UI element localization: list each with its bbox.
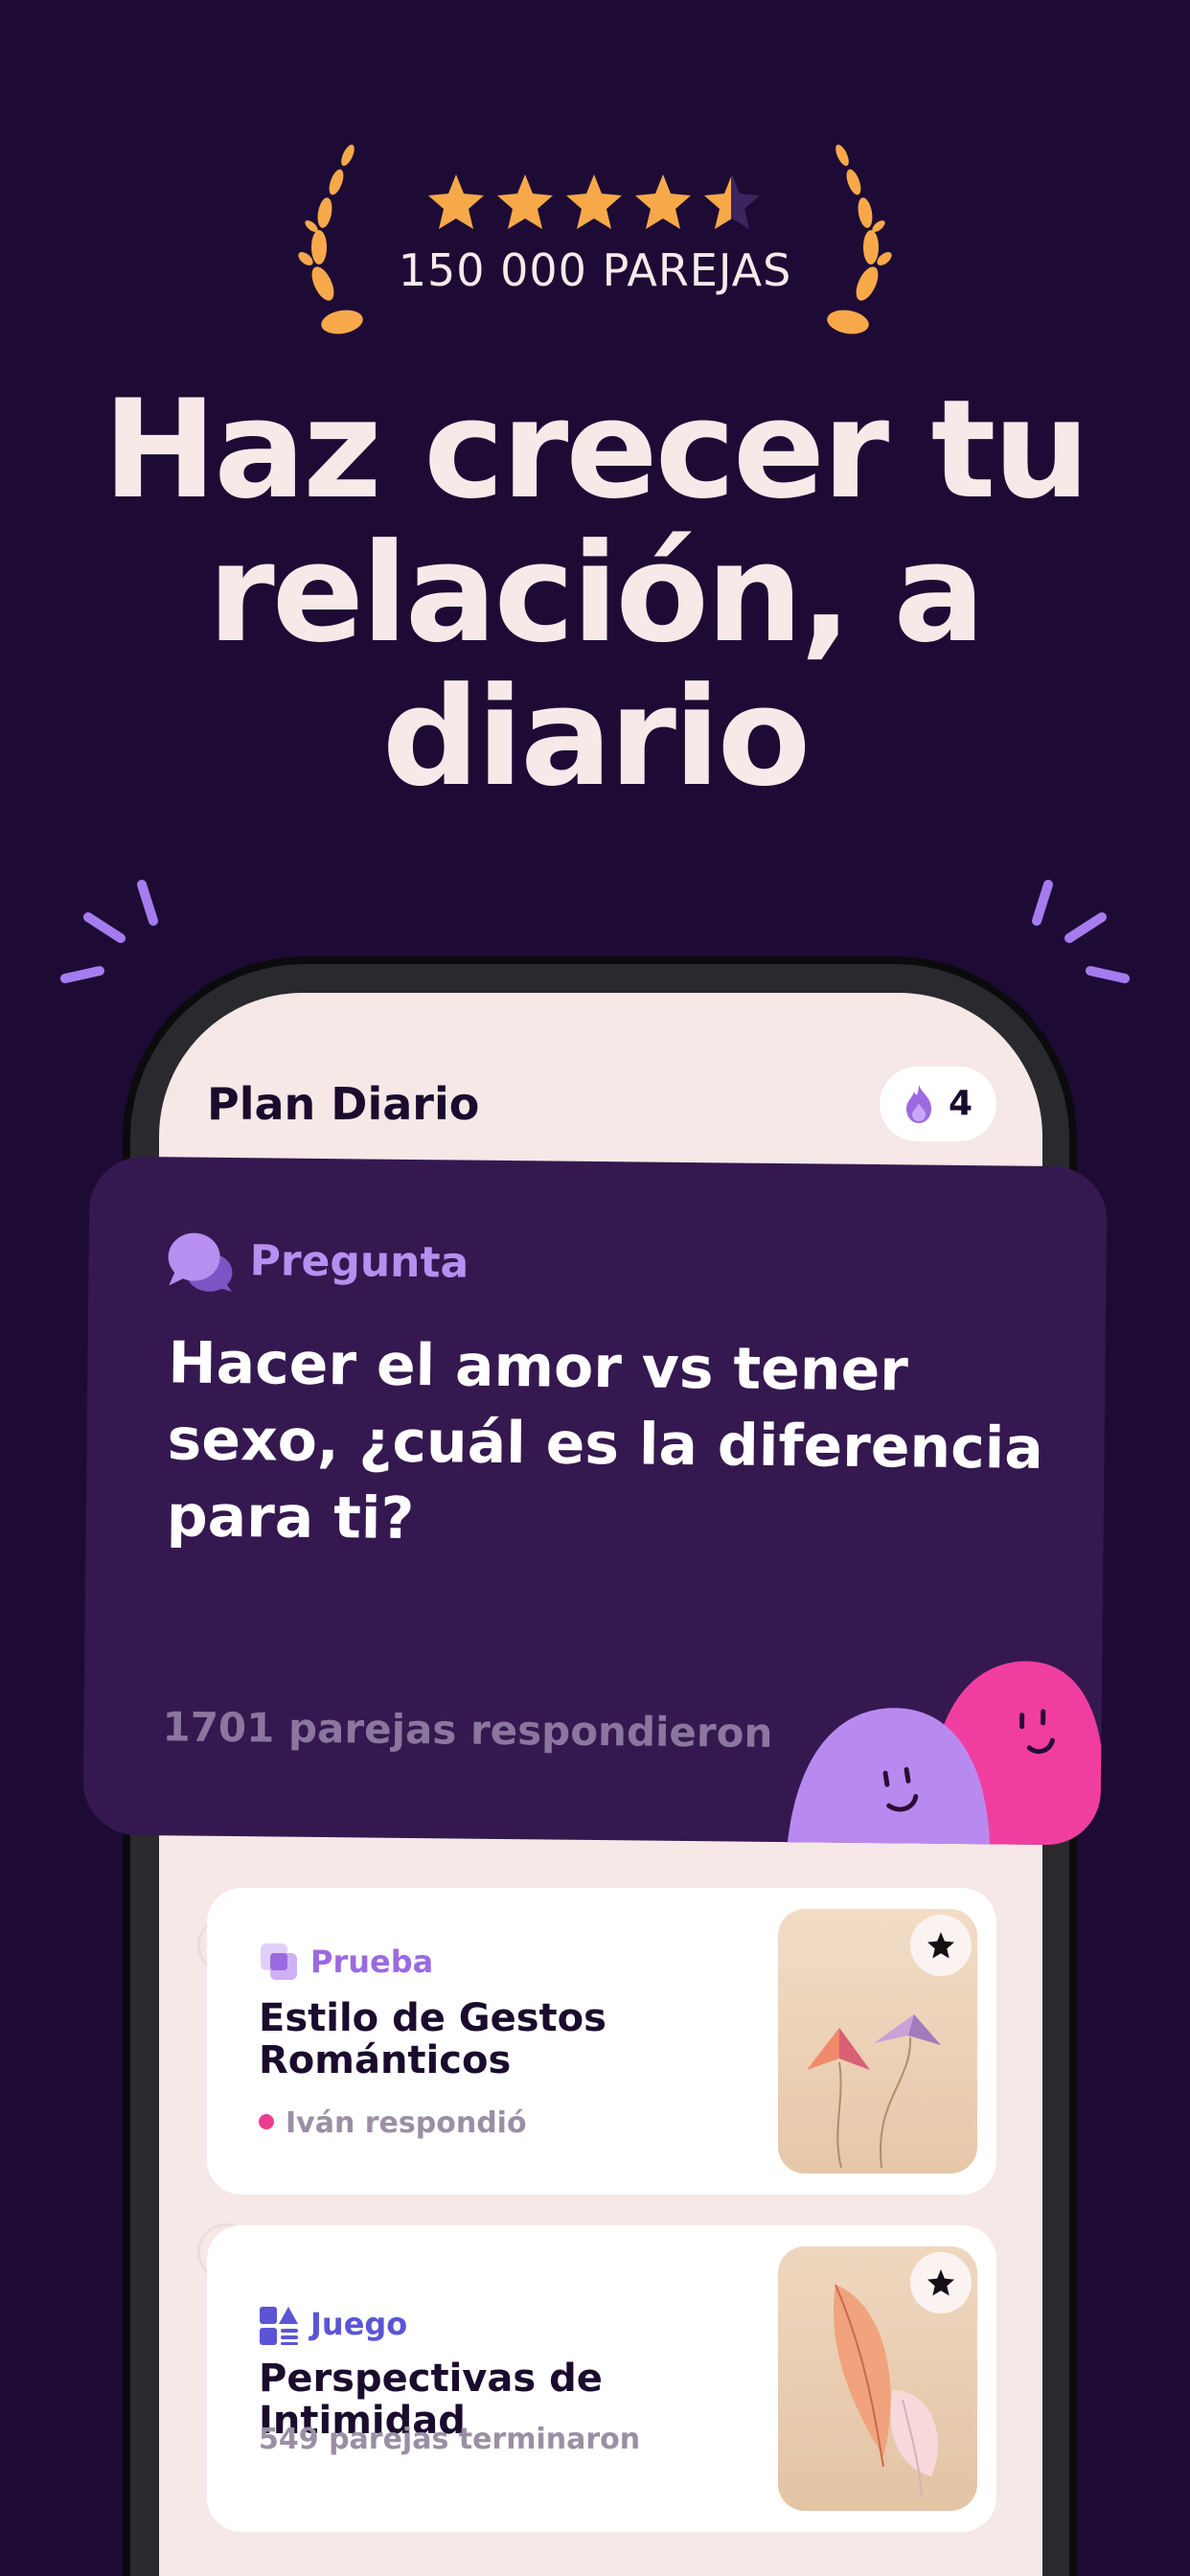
streak-count: 4 bbox=[949, 1084, 973, 1123]
question-card[interactable]: Pregunta Hacer el amor vs tener sexo, ¿c… bbox=[82, 1156, 1108, 1846]
headline-line-1: Haz crecer tu bbox=[103, 371, 1089, 529]
activity-card-game[interactable]: Juego Perspectivas de Intimidad 549 pare… bbox=[207, 2225, 996, 2532]
favorite-button[interactable] bbox=[910, 1915, 972, 1976]
star-icon bbox=[566, 174, 622, 229]
question-tag: Pregunta bbox=[249, 1236, 469, 1288]
card-title: Estilo de Gestos Románticos bbox=[259, 1996, 606, 2082]
rating-badge: 150 000 PAREJAS bbox=[0, 134, 1190, 345]
headline-line-2: relación, a bbox=[207, 515, 986, 673]
streak-badge[interactable]: 4 bbox=[880, 1067, 996, 1141]
star-icon bbox=[428, 174, 484, 229]
page-title: Plan Diario bbox=[207, 1078, 480, 1130]
star-icon bbox=[635, 174, 691, 229]
headline-line-3: diario bbox=[381, 658, 811, 816]
star-rating bbox=[428, 174, 760, 229]
game-shapes-icon bbox=[260, 2307, 298, 2345]
card-type-label: Prueba bbox=[310, 1944, 434, 1980]
star-icon bbox=[497, 174, 553, 229]
card-subtitle: 549 parejas terminaron bbox=[259, 2423, 641, 2456]
kites-illustration bbox=[778, 1909, 977, 2174]
sparkle-right-icon bbox=[1032, 880, 1130, 983]
answer-count: 1701 parejas respondieron bbox=[162, 1703, 773, 1757]
flame-icon bbox=[906, 1085, 931, 1123]
star-icon bbox=[927, 1931, 955, 1959]
sparkle-left-icon bbox=[60, 880, 158, 983]
headline: Haz crecer tu relación, a diario bbox=[0, 379, 1190, 810]
chat-bubbles-icon bbox=[168, 1232, 233, 1293]
star-icon bbox=[927, 2268, 955, 2296]
rating-label: 150 000 PAREJAS bbox=[398, 244, 792, 296]
favorite-button[interactable] bbox=[910, 2252, 972, 2313]
feathers-illustration bbox=[778, 2246, 977, 2511]
card-subtitle-text: Iván respondió bbox=[286, 2106, 527, 2140]
activity-card-quiz[interactable]: Prueba Estilo de Gestos Románticos Iván … bbox=[207, 1888, 996, 2195]
card-type-label: Juego bbox=[310, 2306, 408, 2342]
quiz-squares-icon bbox=[261, 1944, 297, 1980]
couple-blobs-illustration bbox=[787, 1661, 1104, 1846]
question-text: Hacer el amor vs tener sexo, ¿cuál es la… bbox=[166, 1329, 1044, 1553]
card-subtitle: Iván respondió bbox=[259, 2106, 527, 2140]
status-dot bbox=[259, 2113, 274, 2129]
